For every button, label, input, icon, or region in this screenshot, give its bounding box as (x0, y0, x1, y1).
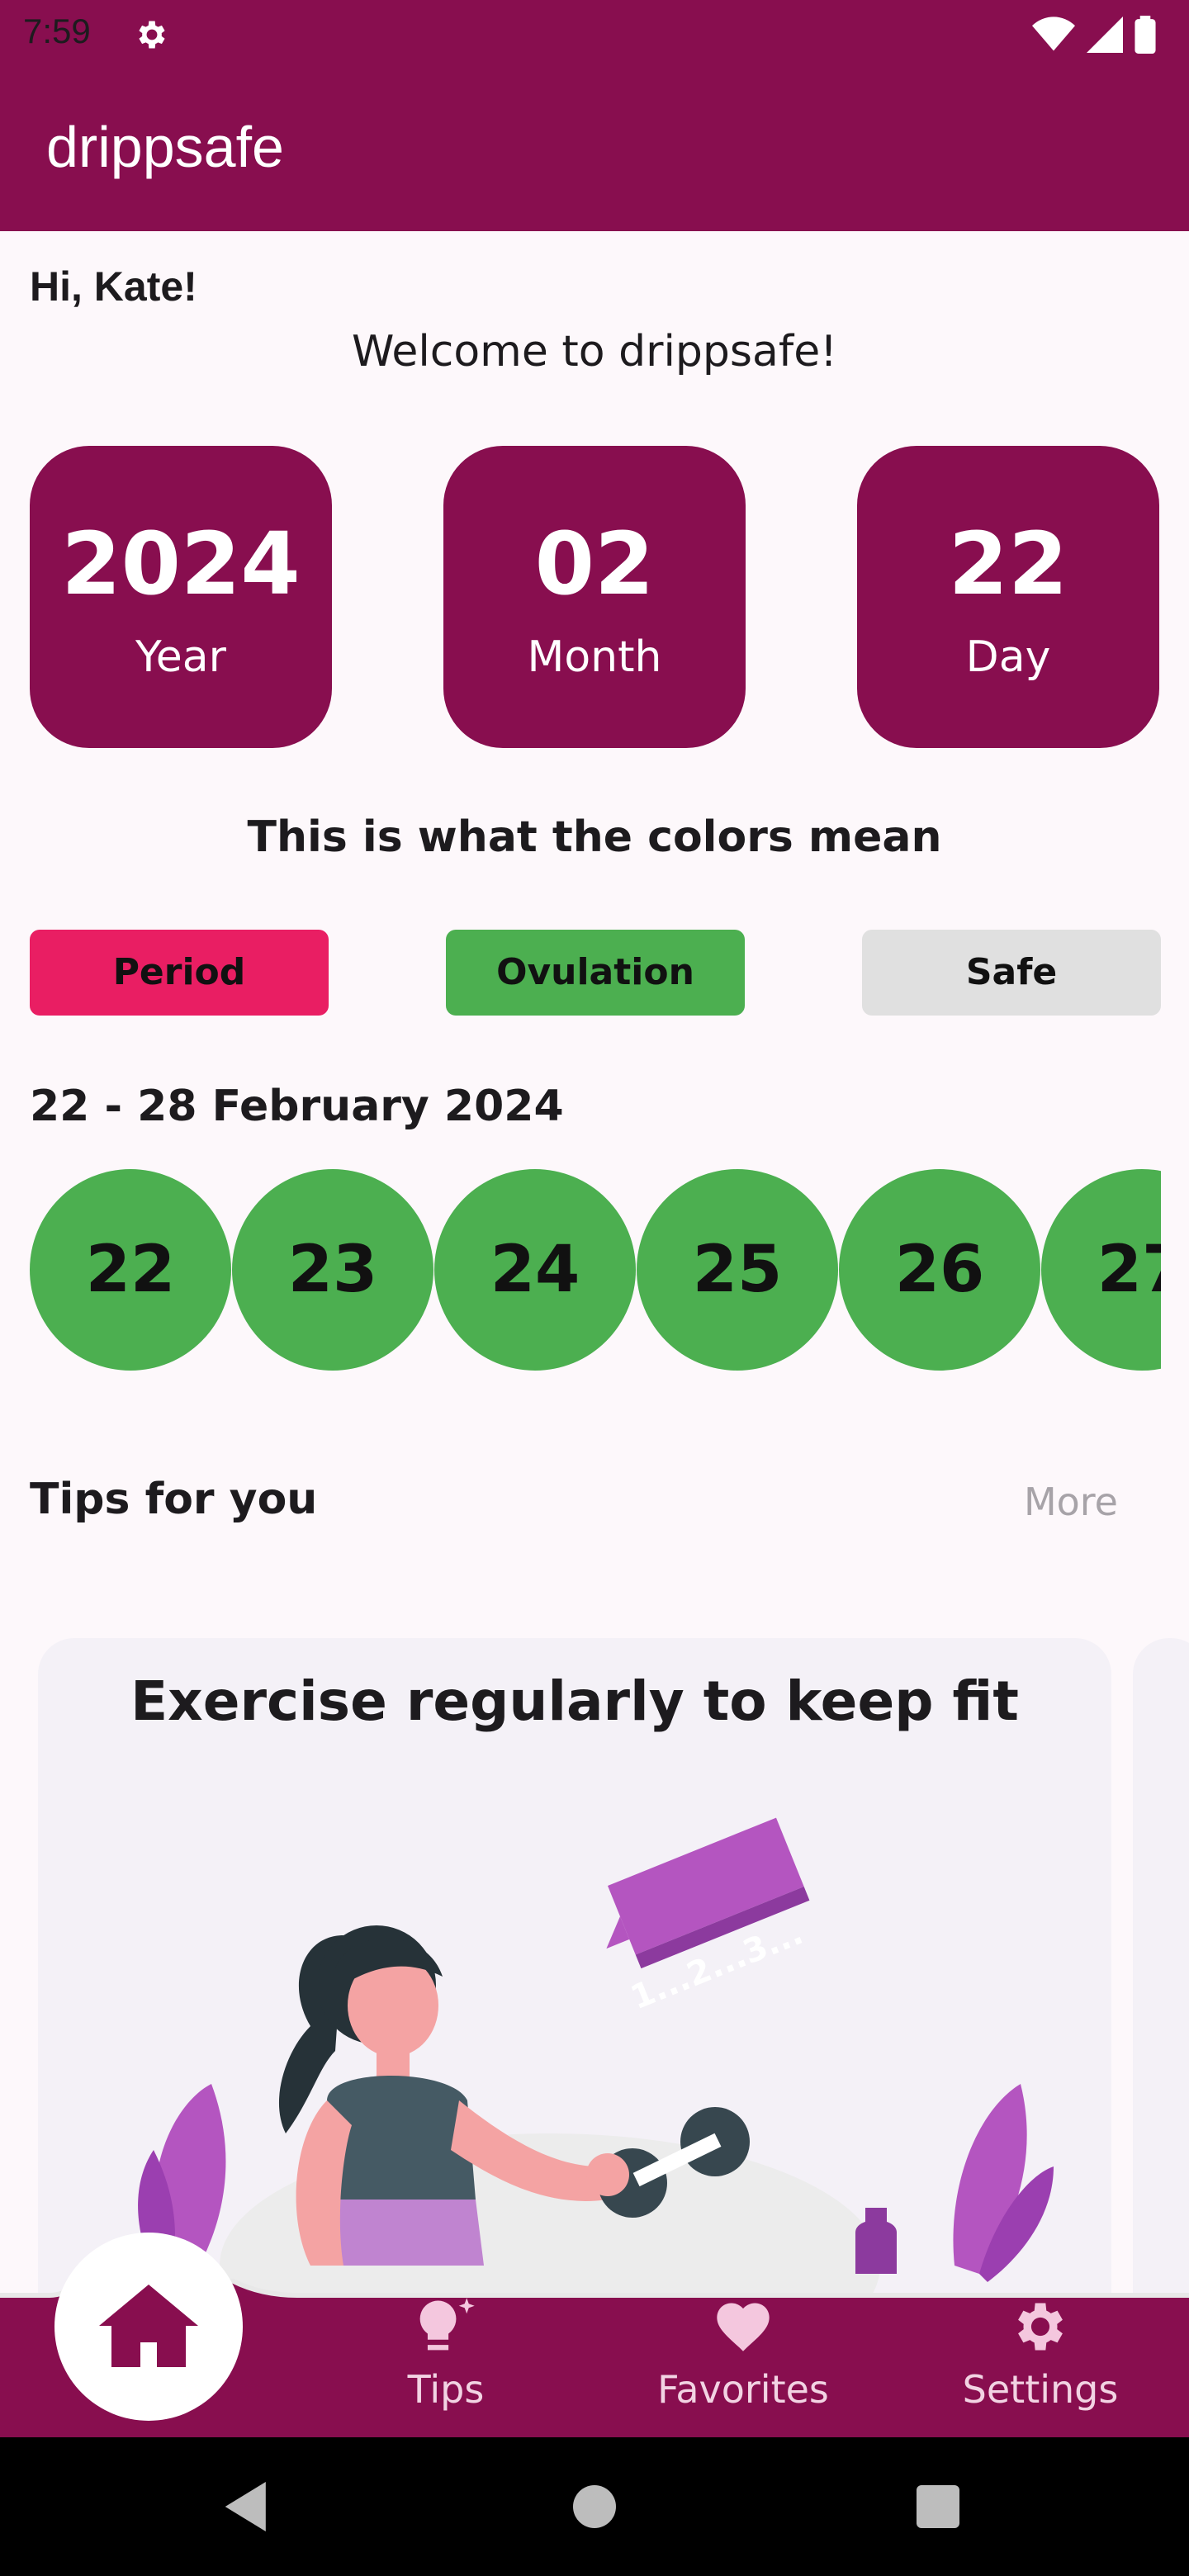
heart-icon (717, 2303, 770, 2351)
status-icons (1032, 15, 1156, 54)
wifi-icon (1032, 17, 1075, 51)
nav-tips-label: Tips (407, 2367, 485, 2412)
month-label: Month (527, 632, 662, 682)
year-value: 2024 (61, 514, 301, 614)
day-circle[interactable]: 26 (839, 1169, 1040, 1371)
nav-settings[interactable]: Settings (941, 2295, 1139, 2412)
battery-icon (1135, 16, 1156, 54)
home-system-icon[interactable] (573, 2485, 616, 2528)
day-strip[interactable]: 22 23 24 25 26 27 (30, 1169, 1161, 1374)
settings-status-icon (139, 21, 165, 49)
day-circle[interactable]: 22 (30, 1169, 231, 1371)
day-value: 22 (948, 514, 1068, 614)
day-circle[interactable]: 24 (434, 1169, 636, 1371)
home-icon (99, 2285, 198, 2367)
year-label: Year (135, 632, 227, 682)
legend-ovulation: Ovulation (446, 930, 745, 1016)
signal-icon (1087, 17, 1123, 53)
greeting-text: Hi, Kate! (30, 263, 197, 310)
gear-icon (1018, 2303, 1063, 2351)
day-card: 22 Day (857, 446, 1159, 748)
tips-more-link[interactable]: More (1024, 1480, 1118, 1524)
app-title: drippsafe (46, 115, 284, 179)
nav-tips[interactable]: Tips (347, 2295, 545, 2412)
system-nav-bar (0, 2437, 1189, 2576)
month-value: 02 (534, 514, 655, 614)
status-time: 7:59 (23, 12, 91, 50)
day-circle[interactable]: 27 (1041, 1169, 1161, 1371)
welcome-text: Welcome to drippsafe! (351, 327, 838, 376)
nav-settings-label: Settings (962, 2367, 1119, 2412)
week-range: 22 - 28 February 2024 (30, 1082, 564, 1131)
nav-favorites-label: Favorites (657, 2367, 829, 2412)
day-label: Day (965, 632, 1051, 682)
legend-safe: Safe (862, 930, 1161, 1016)
day-circle[interactable]: 23 (232, 1169, 433, 1371)
lightbulb-icon (419, 2298, 475, 2351)
tips-heading: Tips for you (30, 1475, 318, 1524)
month-card: 02 Month (443, 446, 746, 748)
home-nav-button[interactable] (54, 2233, 243, 2421)
back-icon[interactable] (225, 2482, 271, 2531)
day-circle[interactable]: 25 (637, 1169, 838, 1371)
status-bar (0, 0, 1189, 69)
recents-icon[interactable] (917, 2485, 959, 2528)
year-card: 2024 Year (30, 446, 332, 748)
legend-period: Period (30, 930, 329, 1016)
nav-favorites[interactable]: Favorites (644, 2295, 842, 2412)
colors-heading: This is what the colors mean (247, 812, 942, 862)
